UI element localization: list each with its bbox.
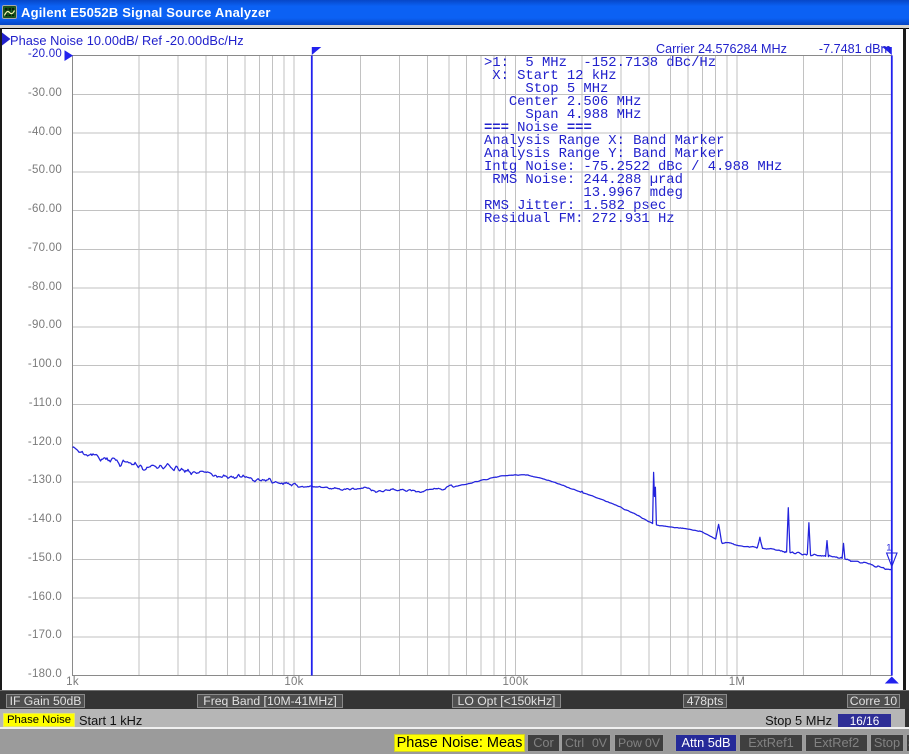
svg-text:1: 1 xyxy=(886,543,891,554)
